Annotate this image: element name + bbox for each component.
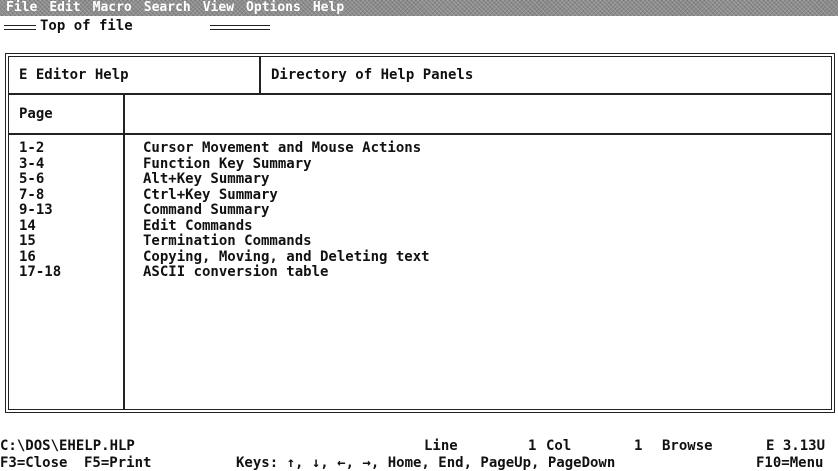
menu-search[interactable]: Search — [144, 0, 191, 16]
entry-desc: Command Summary — [143, 202, 270, 218]
menu-file[interactable]: File — [6, 0, 37, 16]
entry-page: 17-18 — [19, 264, 62, 280]
f3-close-key[interactable]: F3=Close — [0, 455, 67, 471]
page-column-header: Page — [9, 95, 125, 133]
menu-edit[interactable]: Edit — [49, 0, 80, 16]
menu-view[interactable]: View — [203, 0, 234, 16]
entry-desc: Edit Commands — [143, 217, 253, 234]
file-path: C:\DOS\EHELP.HLP — [0, 438, 135, 454]
panel-header: E Editor Help Directory of Help Panels — [9, 57, 831, 95]
entry-desc: Termination Commands — [143, 233, 312, 249]
entry-page: 3-4 — [19, 155, 45, 172]
entry-desc: Cursor Movement and Mouse Actions — [143, 140, 422, 156]
entry-page: 15 — [19, 233, 36, 249]
entry-desc: Alt+Key Summary — [143, 171, 270, 187]
panel-body: 1-2 Cursor Movement and Mouse Actions 3-… — [9, 135, 831, 409]
f10-menu-key[interactable]: F10=Menu — [756, 455, 823, 471]
column-divider — [123, 135, 125, 409]
entry-page: 14 — [19, 217, 36, 234]
top-of-file-label: Top of file — [40, 18, 133, 34]
line-value: 1 — [528, 438, 537, 454]
menu-bar: File Edit Macro Search View Options Help — [0, 0, 838, 16]
line-label: Line — [424, 438, 458, 454]
f5-print-key[interactable]: F5=Print — [84, 455, 151, 471]
entry-page: 16 — [19, 248, 36, 265]
marker-rule-right — [210, 25, 270, 30]
entry-page: 9-13 — [19, 202, 53, 218]
entry-page: 1-2 — [19, 140, 45, 156]
version-label: E 3.13U — [766, 438, 826, 454]
menu-help[interactable]: Help — [313, 0, 344, 16]
menu-macro[interactable]: Macro — [93, 0, 132, 16]
panel-subtitle: Directory of Help Panels — [271, 67, 474, 83]
entry-desc: Ctrl+Key Summary — [143, 186, 278, 203]
col-value: 1 — [634, 438, 643, 454]
function-key-bar: F3=Close F5=Print Keys: ↑, ↓, ←, →, Home… — [0, 455, 838, 471]
column-header-row: Page — [9, 95, 831, 135]
entry-desc: Copying, Moving, and Deleting text — [143, 248, 430, 265]
navigation-keys-hint: Keys: ↑, ↓, ←, →, Home, End, PageUp, Pag… — [236, 455, 616, 471]
panel-title: E Editor Help — [9, 57, 261, 93]
mode-indicator: Browse — [662, 438, 713, 454]
entry-desc: ASCII conversion table — [143, 264, 329, 280]
entry-page: 5-6 — [19, 171, 45, 187]
status-line: C:\DOS\EHELP.HLP Line 1 Col 1 Browse E 3… — [0, 438, 838, 454]
marker-rule-left — [4, 25, 36, 30]
entry-desc: Function Key Summary — [143, 155, 312, 172]
col-label: Col — [546, 438, 572, 454]
entry-page: 7-8 — [19, 186, 45, 203]
help-panel: E Editor Help Directory of Help Panels P… — [5, 53, 835, 413]
top-of-file-marker: Top of file — [0, 16, 838, 40]
menu-options[interactable]: Options — [246, 0, 301, 16]
